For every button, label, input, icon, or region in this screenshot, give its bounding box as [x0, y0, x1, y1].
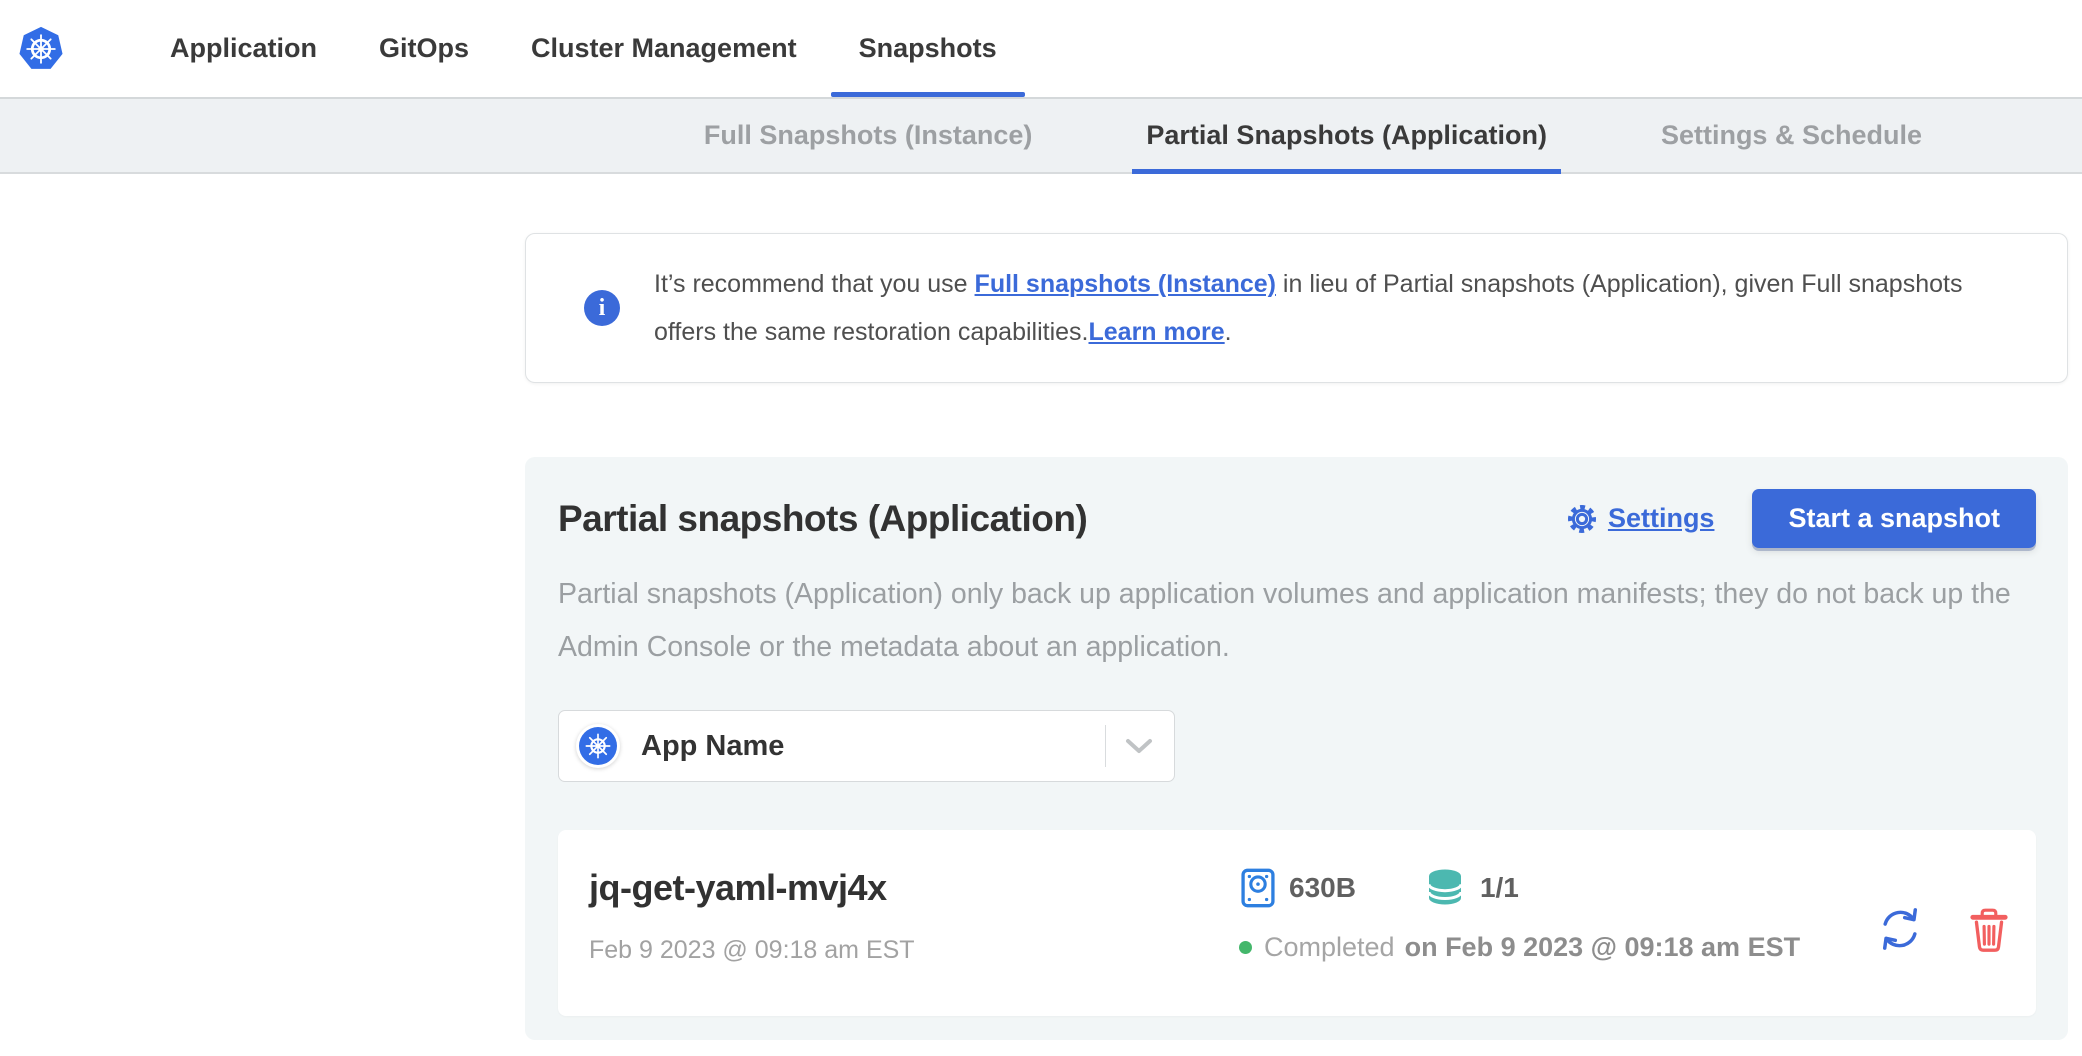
panel-title: Partial snapshots (Application): [558, 498, 1087, 540]
snapshot-stats: 630B 1/1: [1239, 868, 1832, 1016]
app-name-selector[interactable]: App Name: [558, 710, 1175, 782]
gear-icon: [1566, 503, 1598, 535]
nav-item-snapshots[interactable]: Snapshots: [831, 0, 1025, 97]
snapshot-started-timestamp: Feb 9 2023 @ 09:18 am EST: [589, 936, 1239, 965]
snapshots-sub-tabs: Full Snapshots (Instance) Partial Snapsh…: [0, 97, 2082, 174]
learn-more-link[interactable]: Learn more: [1089, 318, 1225, 346]
settings-link[interactable]: Settings: [1566, 503, 1715, 535]
tab-full-snapshots[interactable]: Full Snapshots (Instance): [690, 99, 1047, 172]
start-snapshot-button[interactable]: Start a snapshot: [1752, 489, 2036, 548]
settings-label: Settings: [1608, 503, 1715, 534]
full-snapshots-link[interactable]: Full snapshots (Instance): [975, 270, 1276, 298]
partial-snapshots-panel: Partial snapshots (Application) Settings…: [525, 457, 2068, 1040]
snapshot-status: Completed: [1264, 932, 1395, 963]
kubernetes-logo: [18, 25, 64, 73]
disk-icon: [1239, 867, 1277, 909]
nav-item-gitops[interactable]: GitOps: [351, 0, 497, 97]
snapshot-volumes-stat: 1/1: [1422, 866, 1519, 910]
info-banner-text: It’s recommend that you use Full snapsho…: [654, 260, 1987, 356]
active-tab-underline: [831, 92, 1025, 97]
snapshot-actions: [1832, 905, 2010, 953]
tab-partial-snapshots[interactable]: Partial Snapshots (Application): [1132, 99, 1561, 172]
trash-icon: [1968, 906, 2010, 952]
main-content: i It’s recommend that you use Full snaps…: [525, 233, 2068, 1040]
snapshot-size-value: 630B: [1289, 872, 1356, 904]
snapshot-name: jq-get-yaml-mvj4x: [589, 868, 1239, 908]
restore-icon: [1876, 905, 1924, 953]
chevron-down-icon: [1124, 737, 1154, 760]
snapshot-status-line: Completed on Feb 9 2023 @ 09:18 am EST: [1239, 932, 1832, 963]
info-icon: i: [584, 290, 620, 326]
selector-divider: [1105, 725, 1106, 767]
nav-item-cluster-management[interactable]: Cluster Management: [503, 0, 825, 97]
top-navigation: Application GitOps Cluster Management Sn…: [0, 0, 2082, 97]
database-icon: [1422, 866, 1468, 910]
delete-snapshot-button[interactable]: [1968, 906, 2010, 952]
nav-item-application[interactable]: Application: [142, 0, 345, 97]
snapshot-row: jq-get-yaml-mvj4x Feb 9 2023 @ 09:18 am …: [558, 830, 2036, 1016]
panel-header: Partial snapshots (Application) Settings…: [558, 489, 2036, 548]
snapshot-volumes-value: 1/1: [1480, 872, 1519, 904]
tab-settings-schedule[interactable]: Settings & Schedule: [1647, 99, 1936, 172]
active-tab-underline: [1132, 169, 1561, 174]
snapshot-identity: jq-get-yaml-mvj4x Feb 9 2023 @ 09:18 am …: [589, 868, 1239, 1016]
kubernetes-badge-icon: [579, 727, 617, 765]
app-selector-value: App Name: [641, 730, 784, 763]
top-nav-items: Application GitOps Cluster Management Sn…: [142, 0, 1031, 97]
snapshot-size-stat: 630B: [1239, 867, 1356, 909]
snapshot-finished-timestamp: on Feb 9 2023 @ 09:18 am EST: [1405, 932, 1801, 963]
info-banner: i It’s recommend that you use Full snaps…: [525, 233, 2068, 383]
status-dot-completed: [1239, 941, 1252, 954]
restore-snapshot-button[interactable]: [1876, 905, 1924, 953]
panel-description: Partial snapshots (Application) only bac…: [558, 568, 2036, 674]
